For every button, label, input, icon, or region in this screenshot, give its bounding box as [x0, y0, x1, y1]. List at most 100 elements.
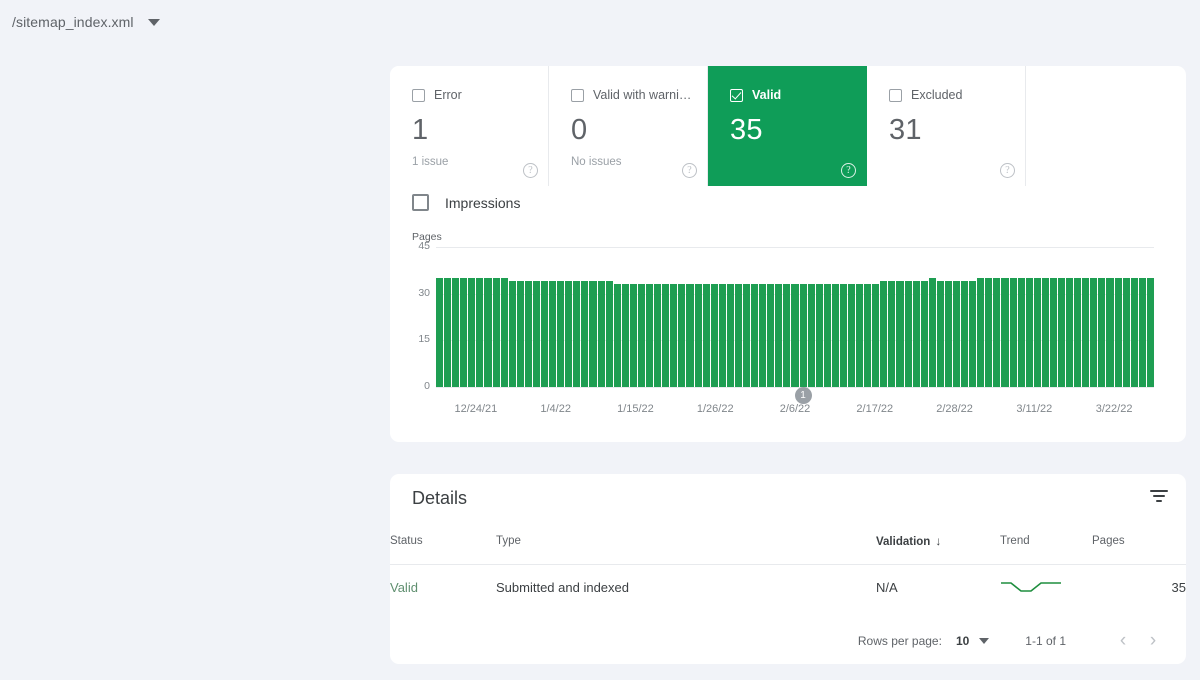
chart-bar[interactable]: [1098, 278, 1106, 387]
chart-bar[interactable]: [969, 281, 977, 387]
chart-bar[interactable]: [896, 281, 904, 387]
chevron-down-icon[interactable]: [147, 18, 160, 26]
checkbox-icon[interactable]: [571, 88, 584, 102]
status-card-excluded[interactable]: Excluded 31 ?: [867, 66, 1026, 186]
chart-bar[interactable]: [953, 281, 961, 387]
help-icon[interactable]: ?: [523, 163, 538, 178]
chart-bar[interactable]: [767, 284, 775, 387]
chart-bar[interactable]: [815, 284, 823, 387]
chart-bar[interactable]: [549, 281, 557, 387]
chart-bar[interactable]: [452, 278, 460, 387]
chart-issue-marker[interactable]: 1: [794, 387, 812, 404]
status-card-error[interactable]: Error 1 1 issue ?: [390, 66, 549, 186]
chart-bar[interactable]: [1074, 278, 1082, 387]
chart-bar[interactable]: [524, 281, 532, 387]
chart-bar[interactable]: [1009, 278, 1017, 387]
checkbox-checked-icon[interactable]: [730, 88, 743, 102]
chart-bar[interactable]: [880, 281, 888, 387]
chart-bar[interactable]: [605, 281, 613, 387]
chart-bar[interactable]: [1114, 278, 1122, 387]
chart-bar[interactable]: [573, 281, 581, 387]
chart-bar[interactable]: [775, 284, 783, 387]
chart-bar[interactable]: [1033, 278, 1041, 387]
chart-bar[interactable]: [541, 281, 549, 387]
help-icon[interactable]: ?: [682, 163, 697, 178]
chart-bar[interactable]: [718, 284, 726, 387]
chart-bar[interactable]: [654, 284, 662, 387]
status-card-valid-with-warnings[interactable]: Valid with warnin… 0 No issues ?: [549, 66, 708, 186]
column-header-trend[interactable]: Trend: [1000, 526, 1092, 565]
help-icon[interactable]: ?: [1000, 163, 1015, 178]
previous-page-button[interactable]: ‹: [1108, 631, 1138, 650]
status-card-valid[interactable]: Valid 35 ?: [708, 66, 867, 186]
chart-bar[interactable]: [492, 278, 500, 387]
chart-bar[interactable]: [1130, 278, 1138, 387]
chart-bar[interactable]: [436, 278, 444, 387]
help-icon[interactable]: ?: [841, 163, 856, 178]
chart-bar[interactable]: [468, 278, 476, 387]
chart-bar[interactable]: [985, 278, 993, 387]
chart-bar[interactable]: [1025, 278, 1033, 387]
chart-bar[interactable]: [686, 284, 694, 387]
chart-bar[interactable]: [823, 284, 831, 387]
column-header-status[interactable]: Status: [390, 526, 496, 565]
chart-bar[interactable]: [783, 284, 791, 387]
chart-bar[interactable]: [831, 284, 839, 387]
chart-bar[interactable]: [702, 284, 710, 387]
chart-bar[interactable]: [928, 278, 936, 387]
chart-bar[interactable]: [613, 284, 621, 387]
chart-bar[interactable]: [621, 284, 629, 387]
chart-bar[interactable]: [864, 284, 872, 387]
chevron-down-icon[interactable]: [979, 637, 990, 644]
chart-bar[interactable]: [1017, 278, 1025, 387]
chart-bar[interactable]: [1058, 278, 1066, 387]
chart-bar[interactable]: [872, 284, 880, 387]
chart-bar[interactable]: [751, 284, 759, 387]
chart-bar[interactable]: [839, 284, 847, 387]
chart-bar[interactable]: [799, 284, 807, 387]
next-page-button[interactable]: ›: [1138, 631, 1168, 650]
impressions-toggle[interactable]: Impressions: [412, 194, 520, 211]
chart-bar[interactable]: [807, 284, 815, 387]
chart-bar[interactable]: [847, 284, 856, 387]
chart-bar[interactable]: [694, 284, 702, 387]
chart-bar[interactable]: [629, 284, 637, 387]
chart-bar[interactable]: [565, 281, 573, 387]
chart-bar[interactable]: [734, 284, 742, 387]
chart-bar[interactable]: [508, 281, 516, 387]
chart-bar[interactable]: [581, 281, 589, 387]
chart-bar[interactable]: [646, 284, 654, 387]
filter-icon[interactable]: [1148, 490, 1170, 508]
chart-bar[interactable]: [662, 284, 670, 387]
chart-bar[interactable]: [476, 278, 484, 387]
checkbox-icon[interactable]: [412, 88, 425, 102]
chart-bar[interactable]: [1090, 278, 1098, 387]
chart-bar[interactable]: [484, 278, 492, 387]
checkbox-icon[interactable]: [412, 194, 429, 211]
chart-bar[interactable]: [460, 278, 468, 387]
chart-bar[interactable]: [500, 278, 508, 387]
chart-bar[interactable]: [516, 281, 524, 387]
chart-bar[interactable]: [993, 278, 1001, 387]
chart-bar[interactable]: [1138, 278, 1146, 387]
chart-bar[interactable]: [444, 278, 452, 387]
chart-bar[interactable]: [1082, 278, 1090, 387]
chart-bar[interactable]: [597, 281, 605, 387]
chart-bar[interactable]: [904, 281, 912, 387]
chart-bar[interactable]: [710, 284, 718, 387]
chart-bar[interactable]: [1066, 278, 1074, 387]
checkbox-icon[interactable]: [889, 88, 902, 102]
chart-bar[interactable]: [888, 281, 896, 387]
chart-bar[interactable]: [726, 284, 734, 387]
chart-bar[interactable]: [759, 284, 767, 387]
chart-bar[interactable]: [557, 281, 565, 387]
chart-bar[interactable]: [742, 284, 751, 387]
chart-bar[interactable]: [1122, 278, 1130, 387]
sitemap-selector[interactable]: /sitemap_index.xml: [12, 8, 160, 36]
column-header-validation[interactable]: Validation ↓: [876, 526, 1000, 565]
column-header-pages[interactable]: Pages: [1092, 526, 1186, 565]
chart-bar[interactable]: [912, 281, 920, 387]
chart-bar[interactable]: [944, 281, 952, 387]
chart-bar[interactable]: [637, 284, 646, 387]
chart-bar[interactable]: [532, 281, 541, 387]
